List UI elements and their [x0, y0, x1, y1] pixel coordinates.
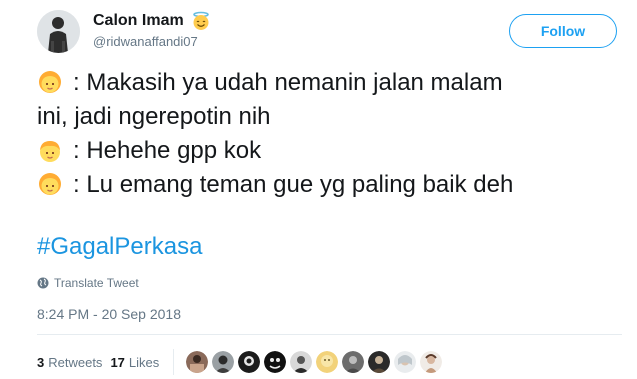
girl-emoji-icon: [39, 173, 61, 195]
boy-emoji-icon: [40, 141, 60, 162]
liker-avatar[interactable]: [238, 351, 261, 373]
tweet-text: : Makasih ya udah nemanin jalan malam in…: [37, 66, 622, 202]
liker-avatar[interactable]: [290, 351, 313, 373]
likes-stat[interactable]: 17 Likes: [110, 355, 159, 370]
likes-count: 17: [110, 354, 125, 370]
author-name-row: Calon Imam: [93, 11, 211, 31]
tweet-line-text: : Lu emang teman gue yg paling baik deh: [73, 171, 514, 198]
tweet-line: ini, jadi ngerepotin nih: [37, 100, 622, 134]
tweet-line: : Lu emang teman gue yg paling baik deh: [37, 168, 622, 202]
liker-avatar[interactable]: [368, 351, 391, 373]
divider: [37, 334, 622, 335]
person-silhouette-icon: [37, 10, 80, 53]
tweet-timestamp[interactable]: 8:24 PM - 20 Sep 2018: [37, 306, 181, 322]
author-handle[interactable]: @ridwanaffandi07: [93, 34, 198, 49]
liker-avatar[interactable]: [316, 351, 339, 373]
tweet-line-text: : Hehehe gpp kok: [73, 137, 262, 164]
tweet-line-text: ini, jadi ngerepotin nih: [37, 103, 271, 130]
globe-icon: [37, 277, 49, 289]
tweet-line: : Hehehe gpp kok: [37, 134, 622, 168]
likes-label: Likes: [128, 354, 160, 370]
tweet-line: : Makasih ya udah nemanin jalan malam: [37, 66, 622, 100]
liker-avatar[interactable]: [420, 351, 443, 373]
translate-tweet-link[interactable]: Translate Tweet: [37, 276, 139, 290]
smiling-face-with-halo-icon: [192, 11, 209, 30]
follow-button[interactable]: Follow: [509, 14, 617, 48]
liker-avatar[interactable]: [394, 351, 417, 373]
author-avatar[interactable]: [37, 10, 80, 53]
tweet-line-text: : Makasih ya udah nemanin jalan malam: [73, 69, 503, 96]
liker-avatar[interactable]: [212, 351, 235, 373]
liker-avatar[interactable]: [186, 351, 209, 373]
girl-emoji-icon: [39, 71, 61, 93]
liker-avatar[interactable]: [342, 351, 365, 373]
liker-avatars: [186, 351, 446, 373]
stats-divider: [173, 349, 175, 375]
liker-avatar[interactable]: [264, 351, 287, 373]
tweet-stats: 3 Retweets 17 Likes: [37, 349, 446, 375]
retweets-count: 3: [37, 354, 45, 370]
tweet-header: Calon Imam @ridwanaffandi07 Follow: [37, 6, 617, 53]
retweets-stat[interactable]: 3 Retweets: [37, 355, 102, 370]
retweets-label: Retweets: [48, 354, 103, 370]
hashtag-link[interactable]: #GagalPerkasa: [37, 233, 202, 261]
translate-tweet-label[interactable]: Translate Tweet: [54, 276, 139, 290]
author-display-name[interactable]: Calon Imam: [93, 12, 184, 30]
